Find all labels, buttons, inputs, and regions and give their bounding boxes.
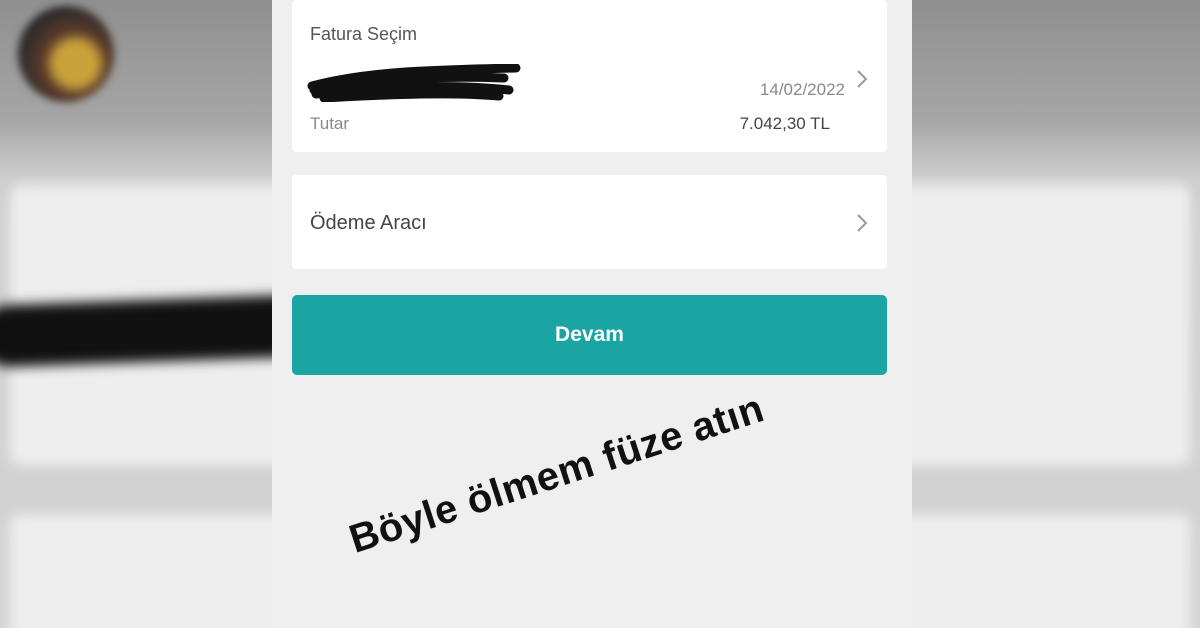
redaction-scribble (307, 64, 521, 102)
payment-method-label: Ödeme Aracı (310, 212, 427, 234)
invoice-date: 14/02/2022 (759, 80, 845, 99)
invoice-title: Fatura Seçim (310, 24, 418, 44)
blurred-avatar (18, 6, 114, 102)
chevron-right-icon (857, 214, 868, 232)
payment-method-row[interactable]: Ödeme Aracı (292, 175, 887, 269)
invoice-card[interactable]: Fatura Seçim 14/02/2022 Tutar 7.042,30 T… (292, 0, 887, 152)
blurred-redaction (0, 294, 311, 368)
story-caption: Böyle ölmem füze atın (344, 386, 770, 562)
phone-screen: Fatura Seçim 14/02/2022 Tutar 7.042,30 T… (272, 0, 912, 628)
continue-button[interactable]: Devam (292, 295, 887, 375)
amount-value: 7.042,30 TL (739, 114, 830, 133)
amount-label: Tutar (310, 114, 350, 133)
chevron-right-icon (857, 70, 868, 88)
